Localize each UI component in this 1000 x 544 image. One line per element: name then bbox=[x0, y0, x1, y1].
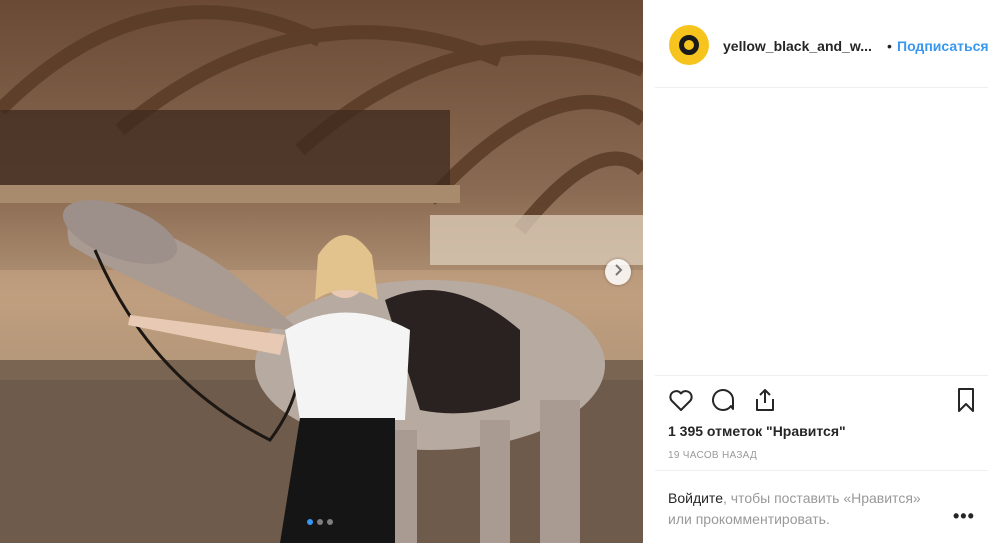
bookmark-icon[interactable] bbox=[952, 386, 980, 414]
follow-button[interactable]: Подписаться bbox=[897, 38, 989, 54]
avatar-logo-icon bbox=[679, 35, 699, 55]
carousel-dot bbox=[317, 519, 323, 525]
avatar[interactable] bbox=[669, 25, 709, 65]
photo-illustration bbox=[0, 5, 643, 543]
comment-icon[interactable] bbox=[709, 386, 737, 414]
carousel-dot bbox=[307, 519, 313, 525]
post-timestamp[interactable]: 19 ЧАСОВ НАЗАД bbox=[668, 450, 757, 461]
carousel-next-button[interactable] bbox=[605, 259, 631, 285]
post-photo[interactable] bbox=[0, 0, 643, 543]
more-options-button[interactable]: ••• bbox=[953, 506, 975, 527]
share-icon[interactable] bbox=[751, 386, 779, 414]
username-link[interactable]: yellow_black_and_w... bbox=[723, 38, 872, 54]
carousel-indicator bbox=[307, 519, 333, 525]
post-header: yellow_black_and_w... • Подписаться bbox=[655, 0, 989, 88]
separator-dot: • bbox=[887, 38, 892, 54]
post-sidebar: yellow_black_and_w... • Подписаться 1 39… bbox=[643, 0, 1000, 543]
login-prompt: Войдите, чтобы поставить «Нравится» или … bbox=[655, 470, 988, 544]
login-link[interactable]: Войдите bbox=[668, 490, 723, 506]
likes-count[interactable]: 1 395 отметок "Нравится" bbox=[668, 423, 846, 439]
heart-icon[interactable] bbox=[667, 386, 695, 414]
carousel-dot bbox=[327, 519, 333, 525]
chevron-right-icon bbox=[613, 263, 623, 281]
login-prompt-text: Войдите, чтобы поставить «Нравится» или … bbox=[668, 488, 948, 530]
